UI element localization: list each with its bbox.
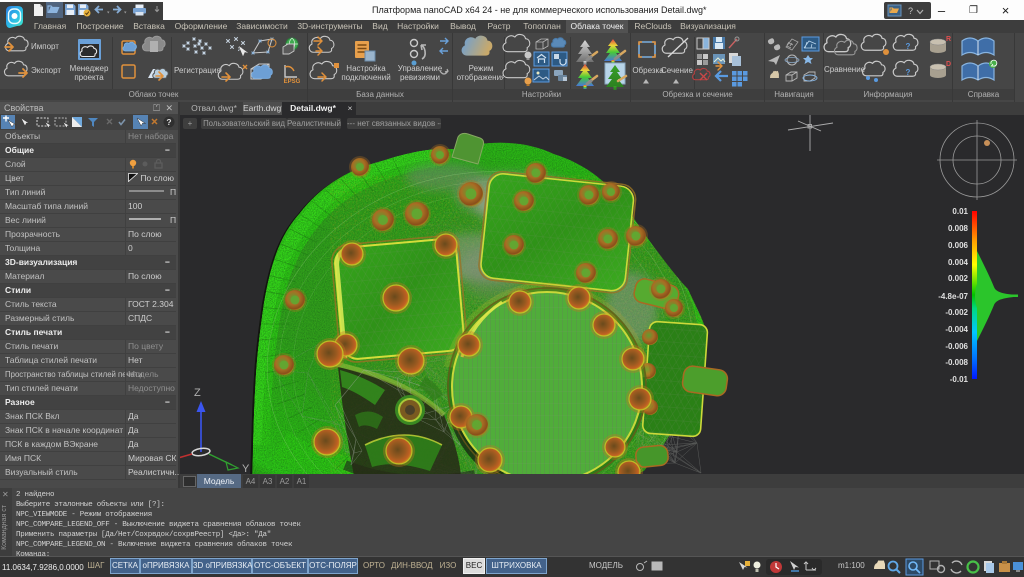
svg-text:EPSG: EPSG [284,79,301,85]
svg-text:-0.002: -0.002 [945,308,968,317]
svg-text:-4.8e-07: -4.8e-07 [938,292,968,301]
svg-text:-0.008: -0.008 [945,358,968,367]
svg-text:-0.004: -0.004 [945,325,968,334]
svg-text:0.008: 0.008 [948,224,969,233]
svg-text:D: D [946,61,951,68]
svg-text:?: ? [906,42,911,51]
svg-text:0.01: 0.01 [952,207,968,216]
svg-text:0.002: 0.002 [948,274,969,283]
svg-text:?: ? [908,6,913,16]
svg-text:-0.006: -0.006 [945,342,968,351]
svg-text:R: R [946,36,951,43]
svg-text:Y: Y [242,463,250,474]
svg-text:?: ? [166,117,171,127]
svg-text:0.006: 0.006 [948,241,969,250]
svg-text:Z: Z [194,387,201,399]
svg-text:?: ? [906,68,911,77]
svg-text:-0.01: -0.01 [950,375,969,384]
svg-text:0.004: 0.004 [948,258,969,267]
